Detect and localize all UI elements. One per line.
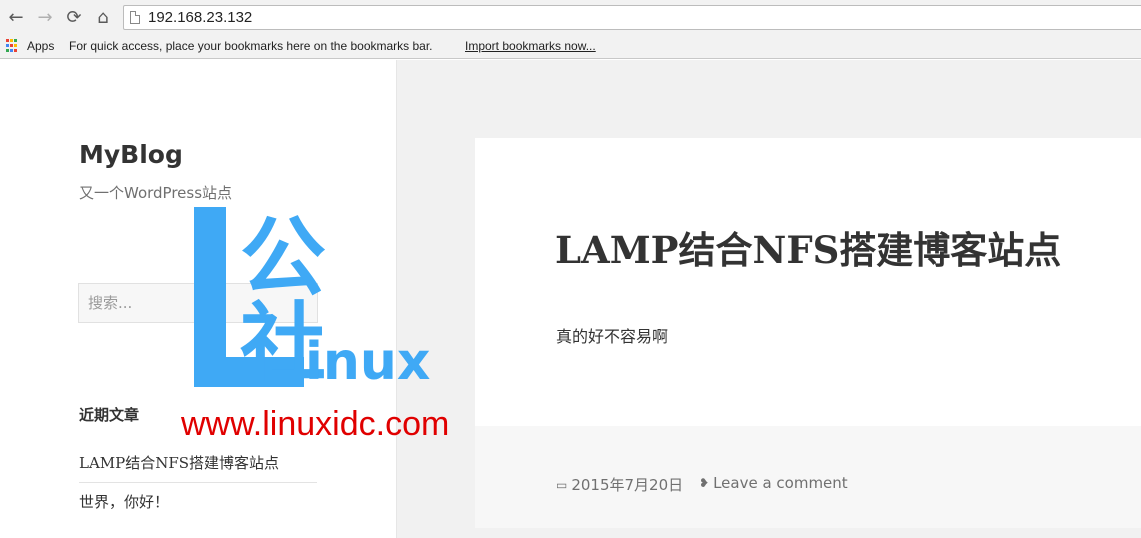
post-date[interactable]: ▭ 2015年7月20日 bbox=[556, 474, 683, 495]
calendar-icon: ▭ bbox=[556, 477, 568, 492]
leave-comment-link[interactable]: Leave a comment bbox=[713, 474, 848, 492]
import-bookmarks-link[interactable]: Import bookmarks now... bbox=[465, 39, 596, 53]
recent-posts-list: LAMP结合NFS搭建博客站点 世界，你好！ bbox=[79, 448, 317, 518]
recent-post-link[interactable]: 世界，你好！ bbox=[79, 483, 317, 518]
bookmarks-bar: Apps For quick access, place your bookma… bbox=[0, 34, 1141, 59]
apps-icon[interactable] bbox=[6, 39, 20, 53]
article-title[interactable]: LAMP结合NFS搭建博客站点 bbox=[555, 220, 1061, 274]
browser-toolbar: ← → ⟳ ⌂ 192.168.23.132 bbox=[0, 0, 1141, 34]
recent-posts-title: 近期文章 bbox=[79, 406, 140, 424]
site-description: 又一个WordPress站点 bbox=[79, 184, 233, 202]
recent-post-link[interactable]: LAMP结合NFS搭建博客站点 bbox=[79, 448, 317, 483]
watermark-site-url: www.linuxidc.com bbox=[181, 405, 450, 443]
article-footer: ▭ 2015年7月20日 ❥ Leave a comment bbox=[475, 426, 1141, 528]
back-icon[interactable]: ← bbox=[4, 5, 28, 29]
home-icon[interactable]: ⌂ bbox=[91, 5, 115, 29]
post-date-text[interactable]: 2015年7月20日 bbox=[571, 474, 683, 495]
watermark-brand-latin: inux bbox=[305, 332, 431, 392]
page-icon bbox=[130, 11, 140, 24]
bookmarks-message: For quick access, place your bookmarks h… bbox=[69, 39, 433, 53]
address-bar[interactable]: 192.168.23.132 bbox=[123, 5, 1141, 30]
article-body: 真的好不容易啊 bbox=[556, 327, 669, 346]
apps-label[interactable]: Apps bbox=[27, 39, 54, 53]
reload-icon[interactable]: ⟳ bbox=[62, 5, 86, 29]
site-title[interactable]: MyBlog bbox=[79, 140, 183, 169]
page: MyBlog 又一个WordPress站点 近期文章 LAMP结合NFS搭建博客… bbox=[0, 60, 1141, 538]
leave-comment[interactable]: ❥ Leave a comment bbox=[699, 474, 848, 492]
forward-icon[interactable]: → bbox=[33, 5, 57, 29]
article-card: LAMP结合NFS搭建博客站点 真的好不容易啊 bbox=[475, 138, 1141, 426]
address-url[interactable]: 192.168.23.132 bbox=[148, 9, 252, 26]
comment-icon: ❥ bbox=[699, 476, 710, 490]
